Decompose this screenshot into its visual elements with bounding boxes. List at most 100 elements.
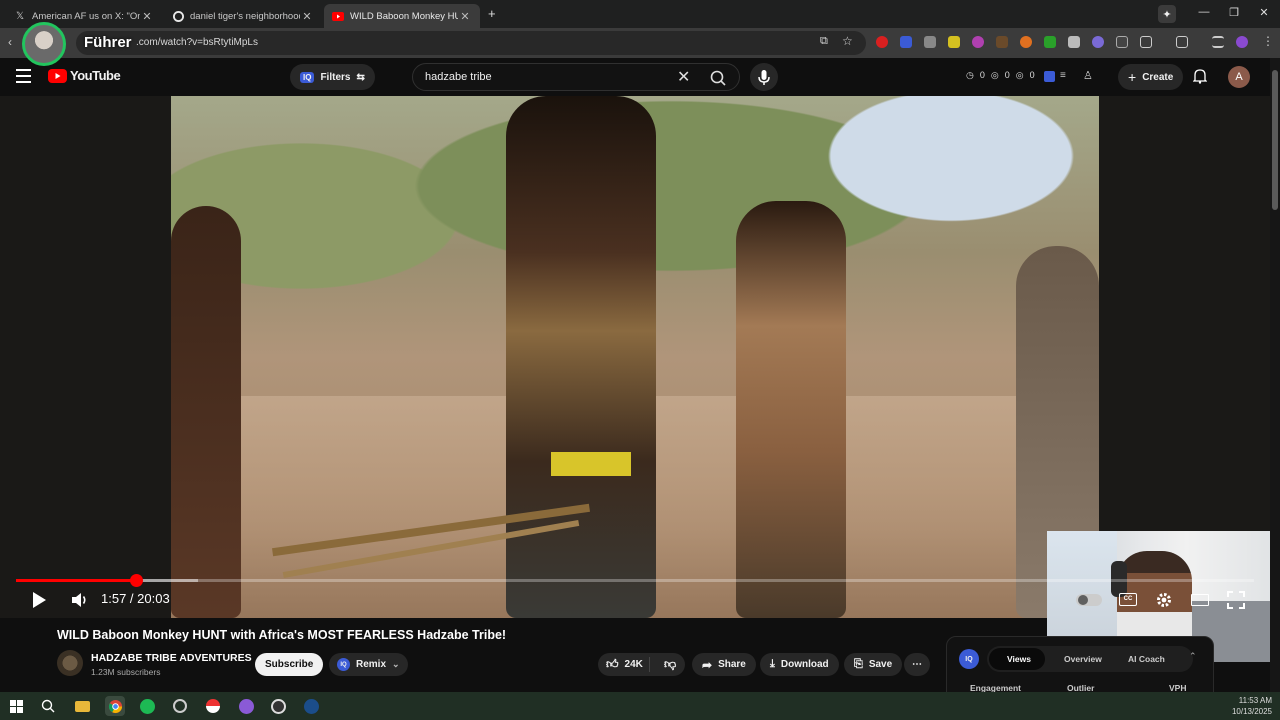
extension-icon[interactable] — [996, 36, 1008, 48]
voice-search-button[interactable] — [750, 63, 778, 91]
chrome-icon[interactable] — [105, 696, 125, 716]
video-frame[interactable] — [171, 96, 1099, 618]
search-value[interactable]: hadzabe tribe — [425, 71, 492, 83]
youtube-logo[interactable]: YouTube — [48, 68, 121, 83]
progress-bar[interactable] — [16, 574, 1254, 587]
filters-button[interactable]: IQ Filters ⇆ — [290, 64, 375, 90]
app-icon[interactable] — [170, 696, 190, 716]
like-button[interactable]: 👍︎ 24K — [598, 657, 650, 672]
extension-icon[interactable] — [1092, 36, 1104, 48]
profile-icon[interactable] — [1236, 36, 1248, 48]
search-icon[interactable] — [709, 69, 729, 87]
volume-icon[interactable] — [70, 591, 90, 609]
reading-list-icon[interactable] — [1176, 36, 1188, 48]
bars-icon[interactable]: ≡ — [1060, 70, 1066, 81]
download-label: Download — [780, 659, 829, 670]
progress-scrubber[interactable] — [130, 574, 144, 587]
minimize-icon[interactable]: — — [1190, 6, 1218, 18]
streamer-name: Führer — [84, 34, 132, 51]
menu-kebab-icon[interactable]: ⋮ — [1262, 34, 1274, 48]
fullscreen-icon[interactable] — [1227, 591, 1245, 609]
progress-played — [16, 579, 137, 582]
iq-extension-icon[interactable] — [1044, 71, 1055, 82]
counter-value: 0 — [1004, 70, 1010, 80]
microphone-icon — [758, 70, 770, 85]
clock-time: 11:53 AM — [1238, 696, 1272, 705]
close-window-icon[interactable]: ✕ — [1250, 6, 1278, 19]
extension-icon[interactable] — [924, 36, 936, 48]
new-tab-button[interactable]: + — [488, 6, 496, 21]
video-title: WILD Baboon Monkey HUNT with Africa's MO… — [57, 628, 507, 642]
page-scrollbar[interactable] — [1270, 58, 1280, 692]
time-display: 1:57 / 20:03 — [101, 591, 170, 606]
browser-tab-2[interactable]: daniel tiger's neighborhood - G ✕ — [164, 4, 322, 28]
clear-search-icon[interactable]: ✕ — [677, 67, 690, 87]
tab-overview[interactable]: Overview — [1064, 654, 1102, 664]
tab-views[interactable]: Views — [1007, 654, 1031, 664]
search-icon[interactable] — [38, 696, 58, 716]
account-avatar[interactable]: A — [1228, 66, 1250, 88]
autoplay-toggle[interactable] — [1076, 594, 1102, 606]
tab-close-icon[interactable]: ✕ — [300, 10, 314, 23]
extension-icon[interactable] — [948, 36, 960, 48]
extension-icon[interactable] — [1068, 36, 1080, 48]
extension-icon[interactable] — [972, 36, 984, 48]
more-actions-button[interactable]: ⋯ — [904, 653, 930, 676]
collapse-chevron-icon[interactable]: ⌃ — [1189, 651, 1197, 662]
subscribe-button[interactable]: Subscribe — [255, 653, 324, 676]
windows-taskbar: 11:53 AM 10/13/2025 — [0, 692, 1280, 720]
chevron-down-icon: ⌄ — [392, 659, 400, 669]
media-controls-icon[interactable] — [1212, 36, 1224, 48]
share-label: Share — [718, 659, 746, 670]
captions-icon[interactable]: CC — [1119, 593, 1137, 606]
steam-icon[interactable] — [301, 696, 321, 716]
extension-icon[interactable] — [1044, 36, 1056, 48]
search-input[interactable]: hadzabe tribe ✕ — [412, 63, 740, 91]
save-button[interactable]: ⎘ Save — [844, 653, 903, 676]
channel-avatar[interactable] — [57, 650, 83, 676]
obs-icon[interactable] — [268, 696, 288, 716]
bookmark-star-icon[interactable]: ☆ — [842, 34, 853, 48]
tab-close-icon[interactable]: ✕ — [458, 10, 472, 23]
tab-close-icon[interactable]: ✕ — [140, 10, 154, 23]
trophy-icon[interactable]: ♙ — [1083, 69, 1093, 82]
extension-icon[interactable] — [1116, 36, 1128, 48]
extensions-puzzle-icon[interactable] — [1140, 36, 1152, 48]
extension-icon[interactable] — [876, 36, 888, 48]
download-button[interactable]: ⤓ Download — [760, 653, 839, 676]
spotify-icon[interactable] — [137, 696, 157, 716]
dislike-button[interactable]: 👎︎ — [656, 657, 676, 672]
video-player[interactable]: 1:57 / 20:03 CC — [0, 96, 1280, 662]
back-icon[interactable]: ‹ — [8, 35, 12, 49]
channel-name[interactable]: HADZABE TRIBE ADVENTURES — [91, 652, 252, 664]
remix-label: Remix — [356, 659, 387, 670]
iq-badge: IQ — [300, 71, 315, 83]
tab-ai-coach[interactable]: AI Coach — [1128, 654, 1165, 664]
discord-icon[interactable] — [236, 696, 256, 716]
browser-tab-3[interactable]: WILD Baboon Monkey HUNT w ✕ — [324, 4, 480, 28]
remix-button[interactable]: IQ Remix ⌄ — [329, 653, 408, 676]
notifications-bell-icon[interactable] — [1192, 68, 1208, 89]
tribesman-left — [171, 206, 241, 618]
pokeball-icon[interactable] — [203, 696, 223, 716]
settings-gear-icon[interactable] — [1155, 591, 1173, 609]
restore-icon[interactable]: ❐ — [1220, 6, 1248, 19]
extension-icon[interactable] — [900, 36, 912, 48]
omnibox[interactable]: .com/watch?v=bsRtytiMpLs ⧉ ☆ — [76, 31, 866, 55]
hamburger-menu-icon[interactable] — [16, 69, 31, 83]
play-icon[interactable] — [30, 591, 48, 609]
extension-icon[interactable] — [1020, 36, 1032, 48]
install-app-icon[interactable]: ⧉ — [820, 35, 828, 48]
scrollbar-thumb[interactable] — [1272, 70, 1278, 210]
share-button[interactable]: ➦ Share — [692, 653, 756, 676]
create-button[interactable]: + Create — [1118, 64, 1184, 90]
address-bar-row: ‹ .com/watch?v=bsRtytiMpLs ⧉ ☆ ⋮ — [0, 28, 1280, 58]
theater-mode-icon[interactable] — [1191, 594, 1209, 606]
sparkle-icon[interactable]: ✦ — [1158, 5, 1176, 23]
url-text[interactable]: .com/watch?v=bsRtytiMpLs — [136, 37, 258, 48]
browser-tab-1[interactable]: 𝕏 American AF us on X: "One of t ✕ — [6, 4, 162, 28]
file-explorer-icon[interactable] — [72, 696, 92, 716]
taskbar-clock[interactable]: 11:53 AM 10/13/2025 — [1232, 695, 1272, 717]
stats-counters: ◷ 0 ◎ 0 ◎ 0 — [966, 70, 1035, 81]
windows-start-icon[interactable] — [6, 696, 26, 716]
